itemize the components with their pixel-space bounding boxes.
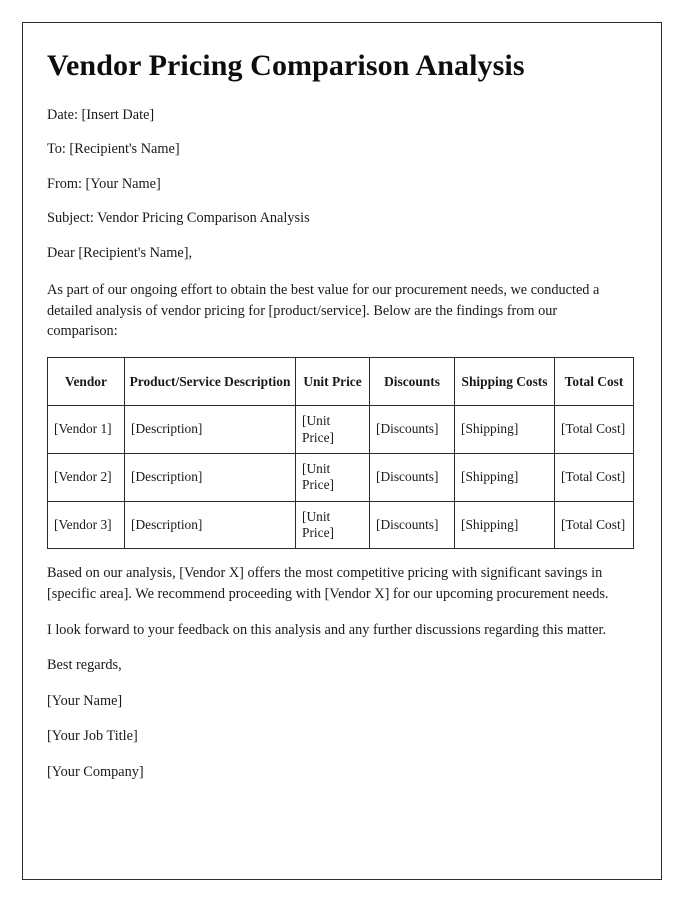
intro-paragraph: As part of our ongoing effort to obtain … — [47, 282, 600, 339]
cell-unit-price: [Unit Price] — [295, 500, 370, 550]
column-header-description: Product/Service Description — [124, 357, 296, 407]
conclusion-paragraph: Based on our analysis, [Vendor X] offers… — [47, 565, 609, 602]
cell-vendor: [Vendor 1] — [47, 405, 125, 454]
column-header-discounts: Discounts — [369, 357, 455, 407]
column-header-shipping: Shipping Costs — [454, 357, 555, 407]
column-header-unit-price: Unit Price — [295, 357, 370, 407]
signature-name: [Your Name] — [47, 692, 123, 709]
table-header-row: Vendor Product/Service Description Unit … — [47, 357, 634, 407]
cell-description: [Description] — [124, 405, 296, 454]
cell-shipping: [Shipping] — [454, 405, 555, 454]
cell-description: [Description] — [124, 500, 296, 550]
date-line: Date: [Insert Date] — [47, 106, 155, 123]
table-row: [Vendor 3] [Description] [Unit Price] [D… — [47, 500, 634, 550]
table-row: [Vendor 1] [Description] [Unit Price] [D… — [47, 405, 634, 454]
cell-shipping: [Shipping] — [454, 500, 555, 550]
table-row: [Vendor 2] [Description] [Unit Price] [D… — [47, 452, 634, 502]
signature-job-title: [Your Job Title] — [47, 728, 138, 745]
cell-total-cost: [Total Cost] — [554, 405, 634, 454]
cell-unit-price: [Unit Price] — [295, 452, 370, 502]
signature-company: [Your Company] — [47, 763, 144, 780]
cell-discounts: [Discounts] — [369, 452, 455, 502]
salutation: Dear [Recipient's Name], — [47, 244, 193, 261]
cell-discounts: [Discounts] — [369, 405, 455, 454]
followup-paragraph: I look forward to your feedback on this … — [47, 621, 607, 638]
document-body: Vendor Pricing Comparison Analysis Date:… — [23, 23, 661, 782]
cell-total-cost: [Total Cost] — [554, 500, 634, 550]
page-title: Vendor Pricing Comparison Analysis — [47, 49, 525, 82]
cell-vendor: [Vendor 3] — [47, 500, 125, 550]
cell-shipping: [Shipping] — [454, 452, 555, 502]
recipient-line: To: [Recipient's Name] — [47, 141, 180, 158]
closing-line: Best regards, — [47, 657, 122, 674]
subject-line: Subject: Vendor Pricing Comparison Analy… — [47, 210, 310, 227]
column-header-vendor: Vendor — [47, 357, 125, 407]
column-header-total-cost: Total Cost — [554, 357, 634, 407]
cell-description: [Description] — [124, 452, 296, 502]
cell-vendor: [Vendor 2] — [47, 452, 125, 502]
vendor-pricing-table: Vendor Product/Service Description Unit … — [47, 357, 634, 550]
sender-line: From: [Your Name] — [47, 175, 161, 192]
cell-unit-price: [Unit Price] — [295, 405, 370, 454]
document-page: Vendor Pricing Comparison Analysis Date:… — [22, 22, 662, 880]
cell-discounts: [Discounts] — [369, 500, 455, 550]
cell-total-cost: [Total Cost] — [554, 452, 634, 502]
